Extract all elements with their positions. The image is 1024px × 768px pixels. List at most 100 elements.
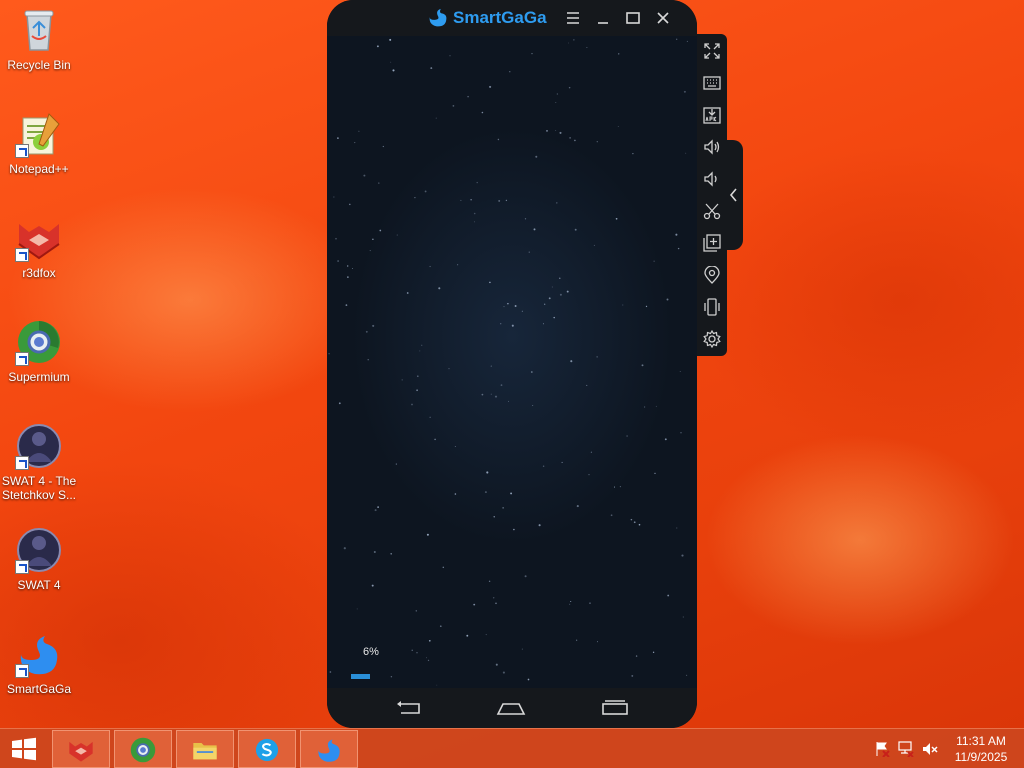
star — [521, 310, 523, 312]
star — [538, 524, 541, 527]
star — [395, 463, 397, 465]
star — [654, 472, 656, 475]
settings-icon — [703, 329, 721, 349]
recents-button[interactable] — [599, 698, 631, 718]
android-screen[interactable]: 6% — [327, 36, 697, 688]
star — [513, 528, 515, 531]
volume-button[interactable] — [922, 741, 938, 757]
star — [586, 47, 588, 48]
keyboard-button[interactable] — [703, 74, 721, 92]
star — [679, 370, 681, 372]
star — [511, 324, 514, 327]
menu-button[interactable] — [563, 8, 583, 28]
action-center-flag-icon — [876, 742, 890, 758]
star — [490, 365, 492, 367]
desktop-icon-smartgaga[interactable]: SmartGaGa — [0, 630, 78, 696]
star — [531, 52, 533, 55]
android-nav-bar — [327, 688, 697, 728]
desktop-icon-swat4-stetchkov[interactable]: SWAT 4 - The Stetchkov S... — [0, 422, 78, 502]
star — [379, 229, 382, 232]
minimize-icon — [598, 22, 608, 24]
taskbar-skype[interactable] — [238, 730, 296, 768]
star — [372, 238, 374, 240]
star — [576, 505, 579, 508]
star — [337, 260, 339, 262]
star — [356, 608, 358, 610]
title-bar[interactable]: SmartGaGa — [327, 0, 697, 36]
desktop-icon-notepad-plus-plus[interactable]: Notepad++ — [0, 110, 78, 176]
star — [510, 492, 513, 495]
star — [553, 316, 555, 319]
network-button[interactable] — [898, 741, 914, 758]
star — [335, 237, 337, 240]
star — [556, 202, 558, 204]
clock-time: 11:31 AM — [956, 734, 1006, 748]
multi-instance-button[interactable] — [703, 234, 721, 252]
star — [622, 304, 624, 306]
star — [632, 152, 634, 155]
star — [644, 406, 646, 408]
star — [500, 323, 502, 325]
star — [343, 547, 346, 550]
taskbar-smartgaga[interactable] — [300, 730, 358, 768]
star — [556, 93, 559, 95]
star — [424, 190, 427, 193]
star — [396, 234, 398, 236]
install-apk-button[interactable] — [703, 106, 721, 124]
app-brand: SmartGaGa — [427, 7, 547, 29]
taskbar-supermium[interactable] — [114, 730, 172, 768]
home-button[interactable] — [495, 698, 527, 718]
desktop-icon-swat4[interactable]: SWAT 4 — [0, 526, 78, 592]
system-clock[interactable]: 11:31 AM 11/9/2025 — [948, 733, 1014, 765]
star — [566, 290, 569, 293]
minimize-button[interactable] — [593, 8, 613, 28]
recycle-bin-icon — [15, 6, 63, 54]
shake-button[interactable] — [703, 298, 721, 316]
close-button[interactable] — [653, 8, 673, 28]
maximize-button[interactable] — [623, 8, 643, 28]
settings-button[interactable] — [703, 329, 721, 349]
star — [429, 265, 431, 268]
star — [390, 553, 392, 555]
star — [481, 111, 484, 114]
taskbar-file-explorer[interactable] — [176, 730, 234, 768]
location-button[interactable] — [703, 265, 721, 284]
skype-icon — [255, 738, 279, 762]
star — [329, 671, 332, 673]
desktop-icon-label: SmartGaGa — [6, 682, 72, 696]
star — [593, 244, 595, 246]
star — [470, 199, 472, 201]
star — [351, 267, 354, 270]
back-button[interactable] — [393, 698, 425, 718]
star — [485, 634, 487, 636]
star — [532, 405, 534, 406]
shortcut-arrow-icon — [15, 560, 29, 574]
desktop-icon-recycle-bin[interactable]: Recycle Bin — [0, 6, 78, 72]
star — [417, 375, 419, 378]
desktop-icon-supermium[interactable]: Supermium — [0, 318, 78, 384]
install-apk-icon — [703, 107, 721, 124]
volume-down-button[interactable] — [703, 170, 721, 188]
fullscreen-button[interactable] — [703, 42, 721, 60]
screenshot-button[interactable] — [703, 202, 721, 220]
star — [473, 603, 476, 606]
star — [419, 350, 421, 352]
star — [411, 649, 413, 651]
star — [528, 251, 530, 253]
star — [416, 389, 418, 392]
star — [337, 137, 339, 139]
action-center-button[interactable] — [874, 741, 890, 758]
star — [596, 356, 598, 358]
star — [476, 181, 478, 184]
home-icon — [496, 703, 526, 715]
star — [683, 90, 686, 93]
loading-progress-label: 6% — [363, 646, 379, 658]
volume-up-button[interactable] — [703, 138, 721, 156]
start-button[interactable] — [8, 737, 40, 761]
desktop-icon-r3dfox[interactable]: r3dfox — [0, 214, 78, 280]
star — [631, 674, 634, 677]
star — [559, 131, 562, 134]
star — [486, 471, 489, 474]
taskbar-r3dfox[interactable] — [52, 730, 110, 768]
star — [617, 125, 619, 128]
